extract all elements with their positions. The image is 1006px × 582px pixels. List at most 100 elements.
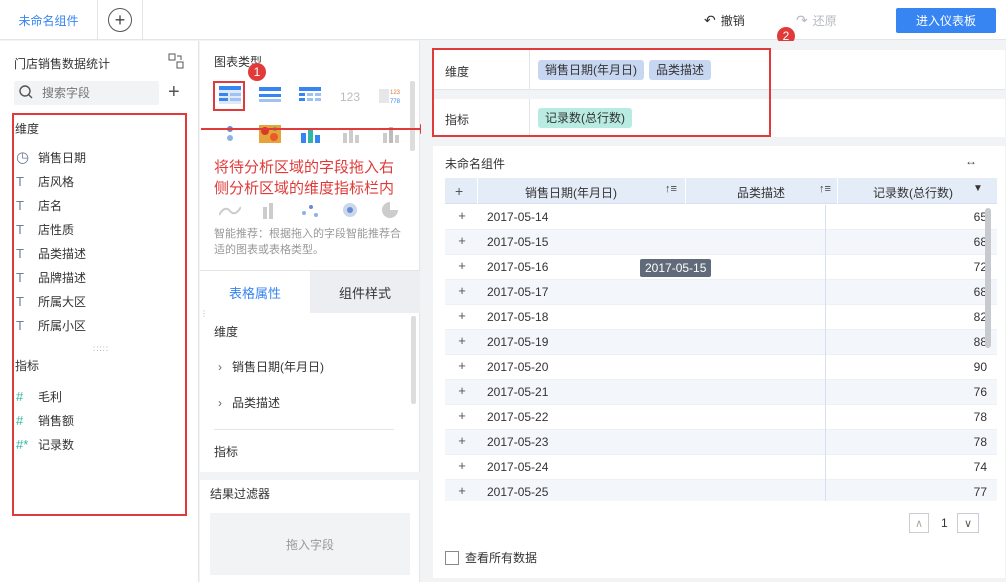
cell-count: 78 (973, 410, 987, 424)
metric-field[interactable]: # 毛利 (16, 384, 176, 408)
expand-row-button[interactable]: + (455, 284, 469, 298)
search-input[interactable] (42, 86, 152, 100)
redo-button[interactable]: ↷ 还原 (796, 12, 837, 29)
expand-row-button[interactable]: + (455, 234, 469, 248)
expand-row-button[interactable]: + (455, 309, 469, 323)
chart-scrollbar[interactable] (410, 81, 415, 151)
switch-dataset-icon[interactable] (168, 53, 184, 69)
expand-row-button[interactable]: + (455, 334, 469, 348)
search-icon (18, 84, 36, 102)
expand-row-button[interactable]: + (455, 409, 469, 423)
text-icon: T (16, 221, 24, 237)
dimension-field[interactable]: T 品类描述 (16, 241, 176, 265)
svg-text:123: 123 (390, 90, 401, 96)
table-chart-icon[interactable] (219, 86, 241, 104)
dimension-field[interactable]: ◷ 销售日期 (16, 145, 176, 169)
prev-page-button[interactable]: ∧ (909, 513, 929, 533)
widget-title: 未命名组件 (445, 157, 506, 171)
cell-date: 2017-05-19 (487, 335, 549, 349)
sort-icon[interactable]: ↑≡ (819, 183, 831, 195)
undo-icon: ↶ (704, 12, 716, 28)
cell-count: 74 (973, 460, 987, 474)
number-card-icon[interactable]: 123 (339, 87, 361, 105)
fit-width-icon[interactable]: ↔ (965, 154, 977, 168)
scatter-chart-gray-icon[interactable] (299, 201, 321, 219)
cell-tooltip: 2017-05-15 (640, 259, 712, 277)
add-tab-button[interactable]: + (108, 8, 132, 32)
sort-desc-icon[interactable]: ▼ (973, 183, 983, 194)
table-row: +2017-05-21 76 (445, 380, 997, 405)
cell-date: 2017-05-21 (487, 385, 549, 399)
expand-row-button[interactable]: + (455, 484, 469, 498)
dimension-field[interactable]: T 品牌描述 (16, 265, 176, 289)
next-page-button[interactable]: ∨ (957, 513, 979, 533)
text-icon: T (16, 269, 24, 285)
expand-row-button[interactable]: + (455, 209, 469, 223)
tab-component-style[interactable]: 组件样式 (310, 271, 420, 313)
expand-row-button[interactable]: + (455, 459, 469, 473)
dimension-field[interactable]: T 所属大区 (16, 289, 176, 313)
chevron-right-icon: › (218, 395, 222, 410)
text-icon: T (16, 245, 24, 261)
metric-section-title: 指标 (15, 359, 40, 373)
expand-row-button[interactable]: + (455, 384, 469, 398)
text-icon: T (16, 317, 24, 333)
dimension-field[interactable]: T 店性质 (16, 217, 176, 241)
prop-scrollbar[interactable] (411, 316, 416, 404)
drag-handle[interactable]: ⋮ (200, 309, 208, 323)
metric-field[interactable]: #* 记录数 (16, 432, 176, 456)
cell-count: 76 (973, 385, 987, 399)
view-all-data[interactable]: 查看所有数据 (445, 549, 537, 566)
undo-label: 撤销 (720, 14, 745, 28)
prop-dim-item-category[interactable]: › 品类描述 (218, 394, 280, 411)
dataset-name: 门店销售数据统计 (14, 57, 111, 71)
dimension-list: ◷ 销售日期 T 店风格 T 店名 T 店性质 T 品类描述 T 品牌描述 T 所属大区 T 所属小区 (16, 145, 176, 337)
cell-date: 2017-05-16 (487, 260, 549, 274)
field-label: 品类描述 (38, 246, 87, 261)
bubble-chart-gray-icon[interactable] (339, 201, 361, 219)
dimension-field[interactable]: T 所属小区 (16, 313, 176, 337)
col-divider (837, 178, 838, 204)
expand-all-button[interactable]: + (455, 183, 463, 199)
area-chart-gray-icon[interactable] (218, 201, 242, 219)
text-icon: T (16, 173, 24, 189)
filter-drop-zone[interactable]: 拖入字段 (210, 513, 410, 575)
kpi-card-icon[interactable]: 123 778 (379, 87, 401, 105)
redo-icon: ↷ (796, 12, 808, 28)
sort-icon[interactable]: ↑≡ (665, 183, 677, 195)
search-field[interactable] (14, 81, 159, 105)
table-scrollbar[interactable] (985, 208, 991, 348)
tab-component[interactable]: 未命名组件 (0, 0, 98, 40)
enter-dashboard-button[interactable]: 进入仪表板 (896, 8, 996, 33)
table-row: +2017-05-20 90 (445, 355, 997, 380)
dimension-field[interactable]: T 店名 (16, 193, 176, 217)
table-row: +2017-05-22 78 (445, 405, 997, 430)
table-row: +2017-05-17 68 (445, 280, 997, 305)
smart-recommend-hint: 智能推荐：根据拖入的字段智能推荐合适的图表或表格类型。 (214, 228, 401, 256)
prop-dim-item-date[interactable]: › 销售日期(年月日) (218, 358, 324, 375)
undo-button[interactable]: ↶ 撤销 (704, 12, 745, 29)
table-header: + 销售日期(年月日) ↑≡ 品类描述 ↑≡ 记录数(总行数) ▼ (445, 178, 997, 204)
metric-field[interactable]: # 销售额 (16, 408, 176, 432)
expand-row-button[interactable]: + (455, 259, 469, 273)
prop-dim-label: 销售日期(年月日) (232, 360, 324, 374)
table-row: +2017-05-25 77 (445, 480, 997, 501)
bar-chart-gray-icon[interactable] (259, 201, 281, 219)
field-label: 品牌描述 (38, 270, 87, 285)
tab-divider (142, 0, 143, 40)
section-gap (200, 472, 420, 480)
resize-handle[interactable]: ::::: (93, 344, 109, 353)
col-divider (477, 178, 478, 204)
expand-row-button[interactable]: + (455, 359, 469, 373)
detail-table-icon[interactable] (299, 87, 321, 105)
crosstab-chart-icon[interactable] (259, 87, 281, 105)
tab-table-properties[interactable]: 表格属性 (200, 271, 310, 313)
pie-chart-gray-icon[interactable] (379, 201, 401, 219)
text-icon: T (16, 197, 24, 213)
expand-row-button[interactable]: + (455, 434, 469, 448)
top-bar: 未命名组件 + ↶ 撤销 ↷ 还原 进入仪表板 (0, 0, 1006, 40)
table-row: +2017-05-14 65 (445, 205, 997, 230)
add-field-button[interactable]: + (168, 82, 180, 102)
dimension-field[interactable]: T 店风格 (16, 169, 176, 193)
view-all-checkbox[interactable] (445, 550, 459, 565)
